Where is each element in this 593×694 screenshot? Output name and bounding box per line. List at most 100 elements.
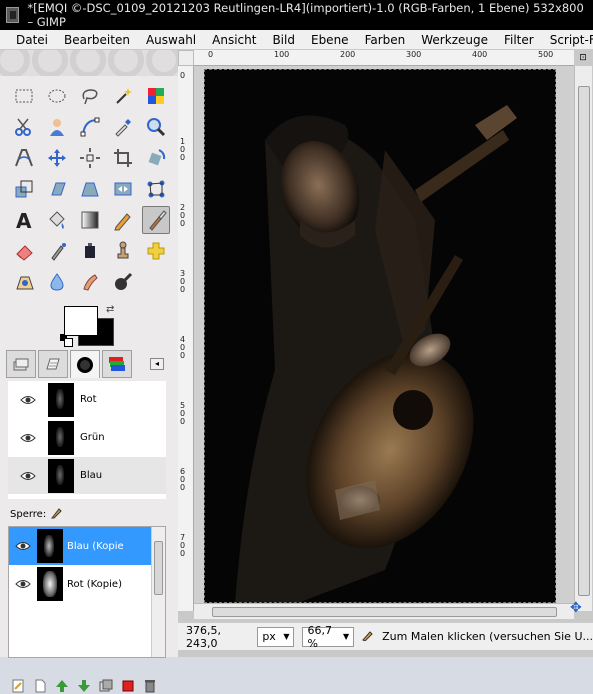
crop-icon[interactable] [109,144,137,172]
gradient-icon[interactable] [76,206,104,234]
color-select-icon[interactable] [142,82,170,110]
color-picker-icon[interactable] [109,113,137,141]
zoom-icon[interactable] [142,113,170,141]
menu-bar: Datei Bearbeiten Auswahl Ansicht Bild Ebene Fa… [0,30,593,50]
move-icon[interactable] [43,144,71,172]
layer-label: Blau (Kopie [67,540,124,552]
dock-menu-button[interactable]: ◂ [150,358,164,370]
navigate-icon[interactable]: ✥ [570,600,582,616]
menu-auswahl[interactable]: Auswahl [138,33,204,47]
menu-ansicht[interactable]: Ansicht [204,33,264,47]
channel-label: Blau [80,470,103,481]
lock-row: Sperre: [10,507,62,522]
channel-thumbnail [48,420,74,455]
clone-icon[interactable] [109,237,137,265]
vertical-scrollbar[interactable] [574,66,592,611]
measure-icon[interactable] [10,144,38,172]
tab-paths[interactable] [38,350,68,378]
menu-datei[interactable]: Datei [8,33,56,47]
menu-script-fu[interactable]: Script-Fu [542,33,593,47]
paths-icon[interactable] [76,113,104,141]
canvas-area[interactable] [194,66,574,611]
duplicate-layer-icon[interactable] [98,678,114,694]
window-title: *[EMQI ©-DSC_0109_20121203 Reutlingen-LR… [27,1,584,29]
perspective-clone-icon[interactable] [10,268,38,296]
menu-bild[interactable]: Bild [264,33,303,47]
lower-layer-icon[interactable] [76,678,92,694]
visibility-eye-icon[interactable] [9,579,37,589]
ruler-tick-label: 0 [208,50,214,59]
blur-icon[interactable] [43,268,71,296]
shear-icon[interactable] [43,175,71,203]
tab-palettes[interactable] [102,350,132,378]
swap-colors-icon[interactable]: ⇄ [106,304,114,315]
rotate-icon[interactable] [142,144,170,172]
cage-icon[interactable] [142,175,170,203]
unit-selector[interactable]: px ▼ [257,626,295,647]
layers-scrollbar[interactable] [151,527,165,657]
menu-farben[interactable]: Farben [357,33,414,47]
lock-label: Sperre: [10,509,47,520]
foreground-color-swatch[interactable] [64,306,98,336]
visibility-eye-icon[interactable] [8,433,48,443]
delete-layer-icon[interactable] [142,678,158,694]
visibility-eye-icon[interactable] [8,395,48,405]
menu-filter[interactable]: Filter [496,33,542,47]
tab-layers[interactable] [6,350,36,378]
ruler-tick-label: 400 [180,335,186,360]
layer-label: Rot (Kopie) [67,578,122,590]
foreground-select-icon[interactable] [43,113,71,141]
scissors-select-icon[interactable] [10,113,38,141]
eraser-icon[interactable] [10,237,38,265]
channel-row[interactable]: Rot [8,381,166,419]
anchor-layer-icon[interactable] [120,678,136,694]
lasso-select-icon[interactable] [76,82,104,110]
perspective-icon[interactable] [76,175,104,203]
ruler-tick-label: 300 [180,269,186,294]
vertical-ruler[interactable]: 0 100 200 300 400 500 600 700 [178,66,194,611]
horizontal-scrollbar[interactable] [194,603,574,619]
flip-icon[interactable] [109,175,137,203]
text-icon[interactable]: A [10,206,38,234]
dodge-burn-icon[interactable] [109,268,137,296]
tab-brushes[interactable] [70,350,100,378]
channel-thumbnail [48,458,74,493]
align-icon[interactable] [76,144,104,172]
ruler-tick-label: 100 [180,137,186,162]
ink-icon[interactable] [76,237,104,265]
layer-thumbnail [37,567,63,601]
zoom-selector[interactable]: 66,7 % ▼ [302,624,355,650]
horizontal-ruler[interactable]: 0 100 200 300 400 500 [194,50,574,66]
menu-bearbeiten[interactable]: Bearbeiten [56,33,138,47]
channel-row[interactable]: Grün [8,419,166,457]
raise-layer-icon[interactable] [54,678,70,694]
zoom-to-fit-icon[interactable]: ⊡ [574,50,592,66]
layer-row[interactable]: Rot (Kopie) [9,565,151,603]
airbrush-icon[interactable] [43,237,71,265]
channel-thumbnail [48,382,74,417]
new-layer-icon[interactable] [10,678,26,694]
fuzzy-select-icon[interactable] [109,82,137,110]
layer-row[interactable]: Blau (Kopie [9,527,151,565]
smudge-icon[interactable] [76,268,104,296]
dock-tabs [6,350,168,380]
menu-ebene[interactable]: Ebene [303,33,357,47]
channel-row[interactable]: Blau [8,457,166,495]
ellipse-select-icon[interactable] [43,82,71,110]
quick-mask-corner[interactable] [178,50,194,66]
lock-pixels-icon[interactable] [50,507,62,522]
scale-icon[interactable] [10,175,38,203]
bucket-fill-icon[interactable] [43,206,71,234]
channels-list: Rot Grün Blau [8,381,166,499]
paintbrush-status-icon [362,629,374,644]
paintbrush-icon[interactable] [142,206,170,234]
heal-icon[interactable] [142,237,170,265]
visibility-eye-icon[interactable] [8,471,48,481]
visibility-eye-icon[interactable] [9,541,37,551]
pencil-icon[interactable] [109,206,137,234]
new-layer-group-icon[interactable] [32,678,48,694]
svg-text:A: A [16,209,32,231]
rect-select-icon[interactable] [10,82,38,110]
image-canvas[interactable] [204,69,556,603]
menu-werkzeuge[interactable]: Werkzeuge [413,33,496,47]
